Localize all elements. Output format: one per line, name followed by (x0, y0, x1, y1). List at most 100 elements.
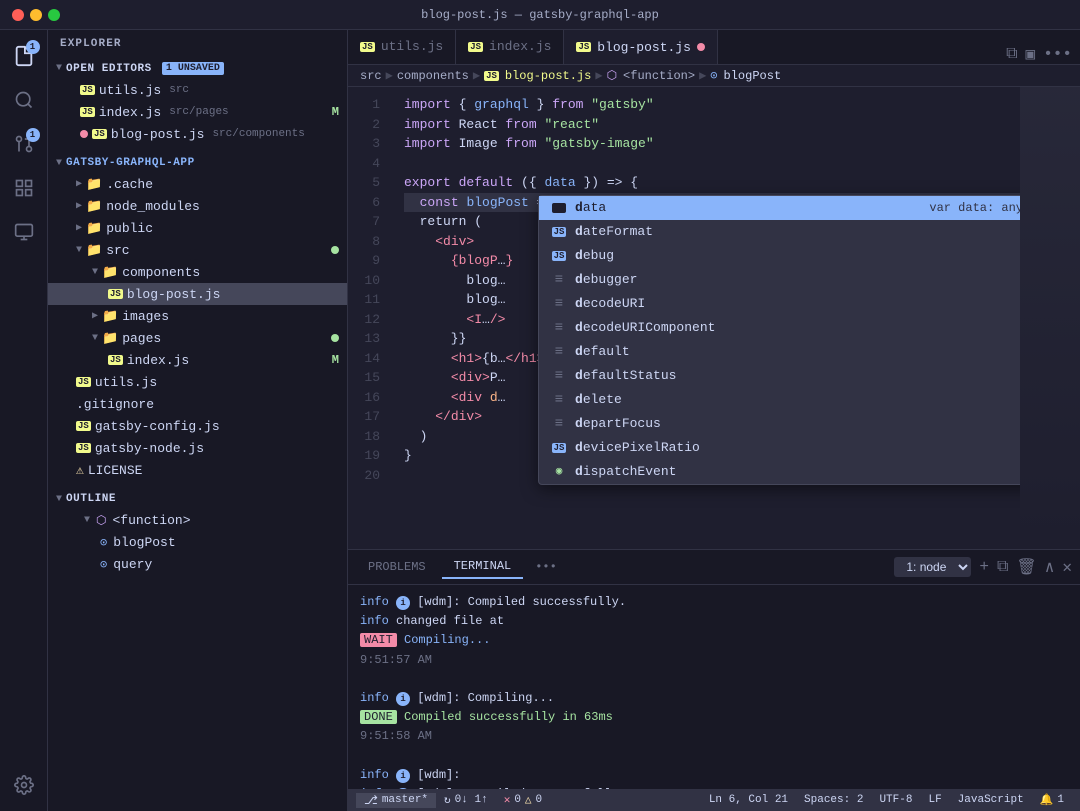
autocomplete-item-debug[interactable]: JS debug (539, 244, 1020, 268)
terminal-text: [wdm]: (417, 768, 460, 782)
filename: index.js (99, 105, 161, 120)
folder-public[interactable]: ▶ 📁 public (48, 217, 347, 239)
open-file-blog-post[interactable]: JS blog-post.js src/components (48, 123, 347, 145)
outline-section[interactable]: ▼ OUTLINE (48, 489, 347, 509)
breadcrumb-blogpost[interactable]: blogPost (724, 69, 782, 83)
ac-icon-lines: ≡ (551, 270, 567, 291)
open-file-index[interactable]: JS index.js src/pages M (48, 101, 347, 123)
close-button[interactable] (12, 9, 24, 21)
file-blog-post[interactable]: JS blog-post.js (48, 283, 347, 305)
js-icon: JS (80, 107, 95, 117)
folder-components[interactable]: ▼ 📁 components (48, 261, 347, 283)
error-item[interactable]: ✕ 0 △ 0 (496, 793, 550, 807)
folder-chevron: ▶ (76, 178, 82, 190)
close-terminal-icon[interactable]: ✕ (1062, 557, 1072, 577)
breadcrumb-components[interactable]: components (397, 69, 469, 83)
folder-cache[interactable]: ▶ 📁 .cache (48, 173, 347, 195)
delete-terminal-icon[interactable]: 🗑 (1016, 557, 1036, 577)
spaces-item[interactable]: Spaces: 2 (796, 794, 871, 806)
autocomplete-item-debugger[interactable]: ≡ debugger (539, 268, 1020, 292)
autocomplete-item-departfocus[interactable]: ≡ departFocus (539, 412, 1020, 436)
autocomplete-item-decodeuri[interactable]: ≡ decodeURI (539, 292, 1020, 316)
sidebar-item-git[interactable]: 1 (6, 126, 42, 162)
terminal-actions: 1: node + ⧉ 🗑 ∧ ✕ (894, 557, 1072, 577)
tab-problems[interactable]: PROBLEMS (356, 556, 438, 578)
language-item[interactable]: JavaScript (950, 794, 1032, 806)
line-ending-item[interactable]: LF (920, 794, 949, 806)
folder-icon: 📁 (102, 331, 118, 346)
file-gatsby-node[interactable]: JS gatsby-node.js (48, 437, 347, 459)
autocomplete-item-data[interactable]: JS data var data: any i (539, 196, 1020, 220)
autocomplete-item-dispatchevent[interactable]: ◉ dispatchEvent (539, 460, 1020, 484)
encoding-item[interactable]: UTF-8 (871, 794, 920, 806)
layout-icon[interactable]: ▣ (1026, 44, 1036, 64)
ac-icon-lines: ≡ (551, 294, 567, 315)
tab-more[interactable]: ••• (527, 556, 565, 578)
breadcrumb-src[interactable]: src (360, 69, 382, 83)
error-count: 0 (514, 794, 521, 806)
maximize-button[interactable] (48, 9, 60, 21)
autocomplete-item-devicepixelratio[interactable]: JS devicePixelRatio (539, 436, 1020, 460)
terminal-line-2: info changed file at (360, 612, 1068, 631)
js-icon: JS (76, 443, 91, 453)
unsaved-badge: 1 UNSAVED (162, 62, 224, 75)
more-icon[interactable]: ••• (1043, 45, 1072, 63)
code-editor[interactable]: 12345 678910 1112131415 1617181920 impor… (348, 87, 1080, 549)
autocomplete-item-dateformat[interactable]: JS dateFormat (539, 220, 1020, 244)
folder-pages[interactable]: ▼ 📁 pages (48, 327, 347, 349)
folder-node-modules[interactable]: ▶ 📁 node_modules (48, 195, 347, 217)
terminal-content[interactable]: info i [wdm]: Compiled successfully. inf… (348, 585, 1080, 789)
project-label: GATSBY-GRAPHQL-APP (66, 157, 195, 169)
outline-query[interactable]: ⊙ query (48, 553, 347, 575)
tab-blog-post[interactable]: JS blog-post.js (564, 30, 717, 64)
breadcrumb-function[interactable]: <function> (623, 69, 695, 83)
open-file-utils[interactable]: JS utils.js src (48, 79, 347, 101)
project-section[interactable]: ▼ GATSBY-GRAPHQL-APP (48, 153, 347, 173)
tab-utils[interactable]: JS utils.js (348, 30, 456, 64)
sidebar-item-settings[interactable] (6, 767, 42, 803)
ac-text: debug (575, 246, 1020, 266)
sync-item[interactable]: ↻ 0↓ 1↑ (436, 793, 496, 807)
folder-chevron: ▼ (92, 333, 98, 344)
file-utils[interactable]: JS utils.js (48, 371, 347, 393)
code-content[interactable]: import { graphql } from "gatsby" import … (388, 87, 1020, 549)
folder-src[interactable]: ▼ 📁 src (48, 239, 347, 261)
notification-item[interactable]: 🔔 1 (1032, 793, 1072, 807)
sidebar-item-files[interactable]: 1 (6, 38, 42, 74)
info-icon: i (396, 769, 410, 783)
open-editors-section[interactable]: ▼ OPEN EDITORS 1 UNSAVED (48, 58, 347, 79)
autocomplete-item-default[interactable]: ≡ default (539, 340, 1020, 364)
autocomplete-item-delete[interactable]: ≡ delete (539, 388, 1020, 412)
chevron-up-icon[interactable]: ∧ (1045, 557, 1055, 577)
position-item[interactable]: Ln 6, Col 21 (701, 794, 796, 806)
sidebar-item-remote[interactable] (6, 214, 42, 250)
sidebar-item-extensions[interactable] (6, 170, 42, 206)
file-gatsby-config[interactable]: JS gatsby-config.js (48, 415, 347, 437)
file-license[interactable]: ⚠ LICENSE (48, 459, 347, 481)
outline-function[interactable]: ▼ ⬡ <function> (48, 509, 347, 531)
split-terminal-icon[interactable]: ⧉ (997, 558, 1008, 576)
git-branch-item[interactable]: ⎇ master* (356, 793, 436, 808)
explorer-header: EXPLORER (48, 30, 347, 58)
ac-icon-lines: ≡ (551, 366, 567, 387)
tab-terminal[interactable]: TERMINAL (442, 555, 524, 579)
tab-index[interactable]: JS index.js (456, 30, 564, 64)
file-gitignore[interactable]: .gitignore (48, 393, 347, 415)
split-editor-icon[interactable]: ⧉ (1006, 45, 1017, 63)
terminal-select[interactable]: 1: node (894, 557, 971, 577)
autocomplete-dropdown[interactable]: JS data var data: any i JS dateFormat JS… (538, 195, 1020, 485)
outline-blogpost[interactable]: ⊙ blogPost (48, 531, 347, 553)
breadcrumb-file[interactable]: blog-post.js (505, 69, 591, 83)
file-index[interactable]: JS index.js M (48, 349, 347, 371)
new-terminal-icon[interactable]: + (979, 558, 989, 576)
folder-images[interactable]: ▶ 📁 images (48, 305, 347, 327)
terminal-line-3: WAIT Compiling... (360, 631, 1068, 650)
autocomplete-item-defaultstatus[interactable]: ≡ defaultStatus (539, 364, 1020, 388)
minimize-button[interactable] (30, 9, 42, 21)
breadcrumb-sep: ▶ (386, 68, 393, 83)
autocomplete-item-decodeuricomponent[interactable]: ≡ decodeURIComponent (539, 316, 1020, 340)
folder-icon: 📁 (86, 221, 102, 236)
window-controls[interactable] (12, 9, 60, 21)
sidebar-item-search[interactable] (6, 82, 42, 118)
open-editors-label: OPEN EDITORS (66, 63, 152, 75)
